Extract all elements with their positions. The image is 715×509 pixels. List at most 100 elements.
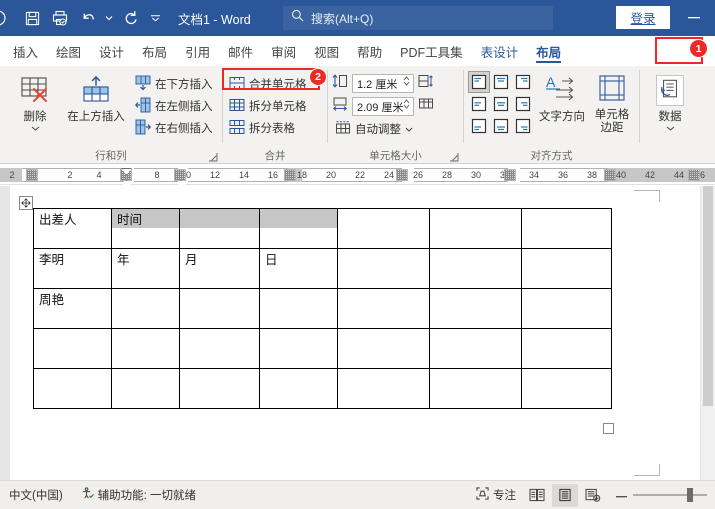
table-cell[interactable] — [429, 248, 522, 289]
tab-stop-marker[interactable] — [688, 169, 700, 181]
scrollbar-thumb[interactable] — [703, 186, 713, 406]
tab-page-layout[interactable]: 布局 — [133, 36, 176, 66]
align-top-center-button[interactable] — [490, 71, 512, 93]
table-cell-selected[interactable] — [259, 208, 338, 249]
table-cell[interactable] — [259, 288, 338, 329]
merge-cells-button[interactable]: 合并单元格 — [226, 73, 310, 95]
table-cell[interactable] — [111, 328, 180, 369]
tab-view[interactable]: 视图 — [305, 36, 348, 66]
read-mode-button[interactable] — [524, 484, 550, 507]
table-move-handle[interactable] — [19, 196, 33, 210]
insert-right-button[interactable]: 在右侧插入 — [132, 117, 216, 139]
table-row[interactable]: 李明 年 月 日 — [33, 248, 612, 289]
tab-review[interactable]: 审阅 — [262, 36, 305, 66]
table-column-marker[interactable] — [174, 169, 186, 181]
undo-icon[interactable] — [74, 4, 102, 32]
table-cell[interactable] — [521, 288, 612, 329]
rows-columns-dialog-launcher[interactable] — [208, 152, 218, 162]
tab-draw[interactable]: 绘图 — [47, 36, 90, 66]
minimize-button[interactable] — [677, 5, 711, 30]
document-table[interactable]: 出差人 时间 李明 年 月 日 周艳 — [33, 208, 612, 409]
chevron-down-icon[interactable] — [405, 123, 413, 135]
table-resize-handle[interactable] — [603, 423, 614, 434]
chevron-down-icon[interactable] — [666, 125, 675, 132]
text-direction-button[interactable]: A 文字方向 — [536, 71, 588, 124]
insert-below-button[interactable]: 在下方插入 — [132, 73, 216, 95]
table-cell[interactable] — [521, 248, 612, 289]
table-cell[interactable] — [259, 368, 338, 409]
split-cells-button[interactable]: 拆分单元格 — [226, 95, 310, 117]
column-width-stepper[interactable] — [403, 99, 410, 109]
align-top-left-button[interactable] — [468, 71, 490, 93]
data-button[interactable]: 数据 — [649, 71, 691, 132]
table-row[interactable]: 出差人 时间 — [33, 208, 612, 249]
table-cell[interactable] — [521, 368, 612, 409]
vertical-scrollbar[interactable] — [701, 186, 715, 480]
table-cell[interactable]: 年 — [111, 248, 180, 289]
table-cell[interactable] — [521, 208, 612, 249]
accessibility-status[interactable]: 辅助功能: 一切就绪 — [72, 484, 205, 507]
table-cell[interactable] — [179, 328, 260, 369]
table-cell[interactable] — [337, 208, 430, 249]
table-column-marker[interactable] — [504, 169, 516, 181]
page-1[interactable]: 出差人 时间 李明 年 月 日 周艳 — [10, 186, 700, 480]
horizontal-ruler[interactable]: 2 2 4 6 8 10 12 14 16 18 20 22 24 26 28 … — [0, 165, 715, 187]
align-top-right-button[interactable] — [512, 71, 534, 93]
table-cell[interactable] — [429, 328, 522, 369]
tab-stop-marker[interactable] — [26, 169, 38, 181]
zoom-track[interactable] — [633, 488, 707, 502]
align-bottom-right-button[interactable] — [512, 115, 534, 137]
tab-pdf-tools[interactable]: PDF工具集 — [391, 36, 472, 66]
distribute-rows-icon[interactable] — [418, 73, 434, 94]
customize-qat-icon[interactable] — [144, 4, 166, 32]
table-column-marker[interactable] — [284, 169, 296, 181]
table-cell[interactable] — [337, 328, 430, 369]
table-row[interactable] — [33, 368, 612, 409]
tab-references[interactable]: 引用 — [176, 36, 219, 66]
table-cell[interactable]: 周艳 — [33, 288, 112, 329]
redo-icon[interactable] — [116, 4, 144, 32]
table-cell[interactable] — [179, 288, 260, 329]
row-height-stepper[interactable] — [403, 76, 410, 86]
column-width-input[interactable]: 2.09 厘米 — [352, 97, 414, 116]
table-cell[interactable]: 李明 — [33, 248, 112, 289]
search-box[interactable]: 搜索(Alt+Q) — [283, 6, 553, 30]
sign-in-button[interactable]: 登录 — [616, 6, 670, 29]
table-cell[interactable] — [33, 368, 112, 409]
align-middle-left-button[interactable] — [468, 93, 490, 115]
tab-layout[interactable]: 布局 — [527, 36, 570, 66]
ruler-page-area-5[interactable] — [414, 168, 508, 182]
cell-size-dialog-launcher[interactable] — [449, 152, 459, 162]
table-cell[interactable] — [429, 368, 522, 409]
table-cell[interactable] — [111, 368, 180, 409]
web-layout-button[interactable] — [580, 484, 606, 507]
table-cell[interactable] — [337, 288, 430, 329]
table-cell[interactable] — [33, 328, 112, 369]
table-cell[interactable] — [521, 328, 612, 369]
insert-left-button[interactable]: 在左侧插入 — [132, 95, 216, 117]
zoom-out-button[interactable] — [616, 489, 627, 501]
align-middle-right-button[interactable] — [512, 93, 534, 115]
print-preview-icon[interactable] — [46, 4, 74, 32]
split-table-button[interactable]: 拆分表格 — [226, 117, 310, 139]
document-area[interactable]: 出差人 时间 李明 年 月 日 周艳 — [0, 186, 715, 480]
table-cell-selected[interactable] — [179, 208, 260, 249]
align-middle-center-button[interactable] — [490, 93, 512, 115]
table-cell[interactable] — [337, 248, 430, 289]
undo-dropdown-icon[interactable] — [102, 4, 116, 32]
table-cell[interactable] — [429, 208, 522, 249]
distribute-columns-icon[interactable] — [418, 96, 434, 117]
autofit-button[interactable]: 自动调整 — [332, 118, 434, 140]
table-cell[interactable] — [179, 368, 260, 409]
table-cell[interactable]: 月 — [179, 248, 260, 289]
table-cell-selected[interactable]: 时间 — [111, 208, 180, 249]
align-bottom-center-button[interactable] — [490, 115, 512, 137]
table-cell[interactable]: 日 — [259, 248, 338, 289]
tab-insert[interactable]: 插入 — [4, 36, 47, 66]
language-indicator[interactable]: 中文(中国) — [0, 484, 72, 507]
row-height-input[interactable]: 1.2 厘米 — [352, 74, 414, 93]
table-cell[interactable] — [337, 368, 430, 409]
table-cell[interactable] — [429, 288, 522, 329]
insert-above-button[interactable]: 在上方插入 — [64, 71, 128, 124]
tab-mailings[interactable]: 邮件 — [219, 36, 262, 66]
